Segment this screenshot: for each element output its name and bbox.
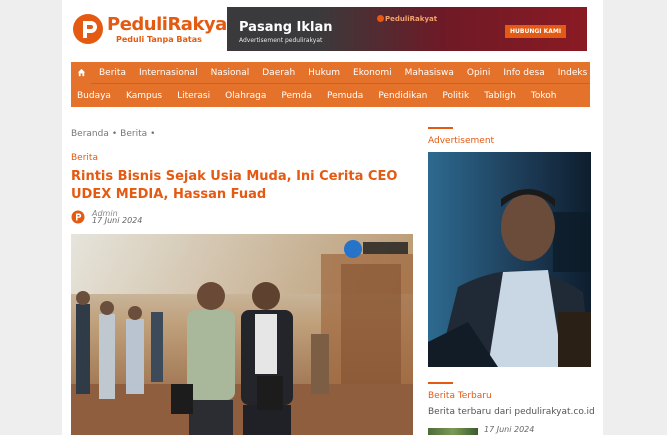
breadcrumb-separator: •: [150, 129, 156, 139]
breadcrumb-section[interactable]: Berita: [120, 129, 147, 139]
ad-title: Pasang Iklan: [239, 20, 333, 35]
breadcrumb: Beranda • Berita •: [71, 129, 158, 139]
logo-mark-icon: [73, 14, 103, 44]
home-icon[interactable]: [71, 61, 91, 84]
post-date: 17 Juni 2024: [92, 216, 143, 225]
article-category[interactable]: Berita: [71, 153, 98, 163]
breadcrumb-home[interactable]: Beranda: [71, 129, 109, 139]
logo-tagline: Peduli Tanpa Batas: [116, 35, 202, 44]
nav-item-ekonomi[interactable]: Ekonomi: [353, 68, 392, 78]
nav-row-secondary: Budaya Kampus Literasi Olahraga Pemda Pe…: [71, 85, 590, 107]
nav-item-nasional[interactable]: Nasional: [211, 68, 250, 78]
nav-item-internasional[interactable]: Internasional: [139, 68, 198, 78]
sidebar-latest-rule: [428, 382, 453, 384]
ad-mini-logo: PeduliRakyat: [377, 15, 437, 23]
nav-item-mahasiswa[interactable]: Mahasiswa: [405, 68, 454, 78]
sidebar-latest-title: Berita Terbaru: [428, 391, 492, 401]
latest-item-thumbnail[interactable]: [428, 428, 478, 435]
sidebar-ad-rule: [428, 127, 453, 129]
nav-item-hukum[interactable]: Hukum: [308, 68, 340, 78]
ad-mini-logo-text: PeduliRakyat: [385, 15, 438, 23]
article-title: Rintis Bisnis Sejak Usia Muda, Ini Cerit…: [71, 169, 398, 202]
home-glyph-icon: [77, 68, 85, 77]
article-hero-image: [71, 234, 413, 435]
ad-subtitle: Advertisement pedulirakyat: [239, 37, 323, 44]
logo-name: PeduliRakyat: [107, 14, 235, 35]
breadcrumb-separator: •: [111, 129, 118, 139]
nav-item-pemuda[interactable]: Pemuda: [327, 91, 363, 101]
nav-item-tabligh[interactable]: Tabligh: [484, 91, 516, 101]
author-avatar-icon[interactable]: [71, 210, 85, 224]
nav-item-tokoh[interactable]: Tokoh: [531, 91, 557, 101]
nav-item-indeks[interactable]: Indeks: [558, 68, 588, 78]
nav-row-primary: Berita Internasional Nasional Daerah Huk…: [71, 61, 590, 84]
nav-item-budaya[interactable]: Budaya: [77, 91, 111, 101]
header-ad-banner[interactable]: Pasang Iklan Advertisement pedulirakyat …: [227, 7, 587, 51]
sidebar-ad-image[interactable]: [428, 152, 591, 367]
ad-logo-mark-icon: [377, 15, 384, 22]
main-nav: Berita Internasional Nasional Daerah Huk…: [71, 61, 590, 107]
nav-item-info-desa[interactable]: Info desa: [503, 68, 544, 78]
nav-item-daerah[interactable]: Daerah: [262, 68, 295, 78]
nav-item-literasi[interactable]: Literasi: [177, 91, 210, 101]
sidebar-latest-description: Berita terbaru dari pedulirakyat.co.id: [428, 407, 595, 417]
nav-item-pendidikan[interactable]: Pendidikan: [378, 91, 427, 101]
nav-item-berita[interactable]: Berita: [99, 68, 126, 78]
nav-item-opini[interactable]: Opini: [467, 68, 491, 78]
nav-item-kampus[interactable]: Kampus: [126, 91, 162, 101]
nav-item-olahraga[interactable]: Olahraga: [225, 91, 266, 101]
site-logo[interactable]: PeduliRakyat Peduli Tanpa Batas: [72, 12, 235, 48]
latest-item-date: 17 Juni 2024: [484, 425, 535, 434]
sidebar-ad-label: Advertisement: [428, 136, 495, 146]
page-container: PeduliRakyat Peduli Tanpa Batas Pasang I…: [62, 0, 603, 435]
ad-contact-button[interactable]: HUBUNGI KAMI: [505, 25, 567, 38]
nav-item-politik[interactable]: Politik: [442, 91, 469, 101]
nav-item-pemda[interactable]: Pemda: [281, 91, 312, 101]
